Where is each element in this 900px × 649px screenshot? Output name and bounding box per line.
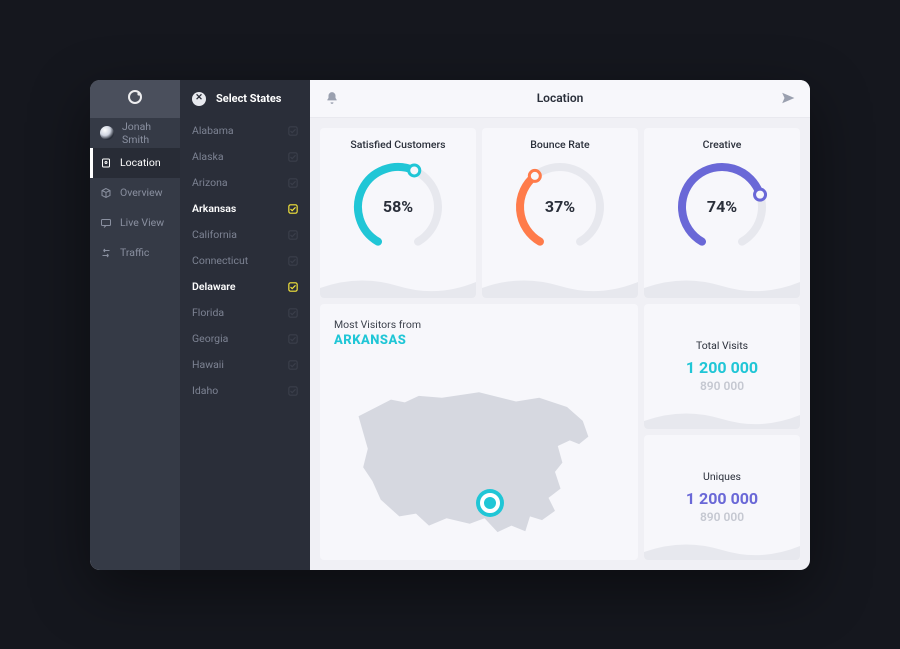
chat-icon (100, 217, 112, 229)
checkbox-icon (288, 230, 298, 240)
user-name: Jonah Smith (122, 120, 170, 146)
total-visits-secondary: 890 000 (700, 379, 744, 393)
visitors-heading-small: Most Visitors from (334, 318, 624, 331)
state-name: Arizona (192, 176, 228, 189)
us-map (340, 364, 618, 552)
gauge-title: Creative (703, 138, 742, 151)
user-profile[interactable]: Jonah Smith (90, 118, 180, 148)
checkbox-icon (288, 360, 298, 370)
state-name: Florida (192, 306, 224, 319)
gauge: 74% (672, 157, 772, 257)
wave-decoration (644, 407, 800, 429)
checkbox-icon (288, 256, 298, 266)
uniques-secondary: 890 000 (700, 510, 744, 524)
gauge-card-2: Creative 74% (644, 128, 800, 298)
state-row-arizona[interactable]: Arizona (180, 170, 310, 196)
total-visits-primary: 1 200 000 (686, 358, 758, 377)
state-row-delaware[interactable]: Delaware (180, 274, 310, 300)
checkbox-icon (288, 386, 298, 396)
nav-item-traffic[interactable]: Traffic (90, 238, 180, 268)
brand-bar (90, 80, 180, 118)
state-row-arkansas[interactable]: Arkansas (180, 196, 310, 222)
uniques-label: Uniques (703, 470, 741, 483)
state-name: California (192, 228, 237, 241)
gauge-card-1: Bounce Rate 37% (482, 128, 638, 298)
nav-label: Location (120, 156, 161, 169)
state-row-connecticut[interactable]: Connecticut (180, 248, 310, 274)
gauge-value: 58% (383, 197, 413, 216)
gauge-value: 74% (707, 197, 737, 216)
map-pin-icon (100, 157, 112, 169)
visitors-card: Most Visitors from ARKANSAS (320, 304, 638, 560)
states-header: ✕ Select States (180, 80, 310, 118)
state-name: Arkansas (192, 202, 236, 215)
content-grid: Satisfied Customers 58% Bounce Rate 37% Cr… (310, 118, 810, 570)
checkbox-icon (288, 282, 298, 292)
gauge: 37% (510, 157, 610, 257)
gauge-title: Bounce Rate (530, 138, 589, 151)
nav-label: Traffic (120, 246, 149, 259)
avatar (100, 126, 114, 140)
checkbox-icon (288, 308, 298, 318)
uniques-card: Uniques 1 200 000 890 000 (644, 435, 800, 560)
visitors-heading-big: ARKANSAS (334, 333, 624, 348)
gauge-title: Satisfied Customers (350, 138, 445, 151)
page-title: Location (340, 91, 780, 105)
primary-sidebar: Jonah Smith Location Overview Live View Tra… (90, 80, 180, 570)
wave-decoration (644, 272, 800, 298)
bell-icon[interactable] (324, 90, 340, 106)
close-icon[interactable]: ✕ (192, 92, 206, 106)
states-panel: ✕ Select States Alabama Alaska Arizona Arka… (180, 80, 310, 570)
nav-item-overview[interactable]: Overview (90, 178, 180, 208)
nav-label: Overview (120, 186, 163, 199)
send-icon[interactable] (780, 90, 796, 106)
state-row-florida[interactable]: Florida (180, 300, 310, 326)
nav-label: Live View (120, 216, 164, 229)
wave-decoration (644, 538, 800, 560)
total-visits-label: Total Visits (696, 339, 748, 352)
swap-icon (100, 247, 112, 259)
stats-column: Total Visits 1 200 000 890 000 Uniques 1… (644, 304, 800, 560)
state-name: Idaho (192, 384, 218, 397)
wave-decoration (482, 272, 638, 298)
map-marker (480, 493, 500, 513)
state-row-california[interactable]: California (180, 222, 310, 248)
topbar: Location (310, 80, 810, 118)
state-name: Hawaii (192, 358, 224, 371)
state-row-idaho[interactable]: Idaho (180, 378, 310, 404)
checkbox-icon (288, 152, 298, 162)
wave-decoration (320, 272, 476, 298)
main-panel: Location Satisfied Customers 58% Bounce R… (310, 80, 810, 570)
state-name: Alabama (192, 124, 234, 137)
checkbox-icon (288, 334, 298, 344)
state-row-alabama[interactable]: Alabama (180, 118, 310, 144)
app-window: Jonah Smith Location Overview Live View Tra… (90, 80, 810, 570)
state-row-hawaii[interactable]: Hawaii (180, 352, 310, 378)
nav-item-location[interactable]: Location (90, 148, 180, 178)
gauge-card-0: Satisfied Customers 58% (320, 128, 476, 298)
gauge-value: 37% (545, 197, 575, 216)
brand-icon (127, 89, 143, 108)
total-visits-card: Total Visits 1 200 000 890 000 (644, 304, 800, 429)
state-name: Connecticut (192, 254, 248, 267)
nav-item-live-view[interactable]: Live View (90, 208, 180, 238)
state-name: Alaska (192, 150, 224, 163)
checkbox-icon (288, 204, 298, 214)
states-title: Select States (216, 92, 281, 105)
uniques-primary: 1 200 000 (686, 489, 758, 508)
checkbox-icon (288, 126, 298, 136)
state-name: Delaware (192, 280, 236, 293)
checkbox-icon (288, 178, 298, 188)
gauge: 58% (348, 157, 448, 257)
state-name: Georgia (192, 332, 228, 345)
state-row-georgia[interactable]: Georgia (180, 326, 310, 352)
state-row-alaska[interactable]: Alaska (180, 144, 310, 170)
cube-icon (100, 187, 112, 199)
